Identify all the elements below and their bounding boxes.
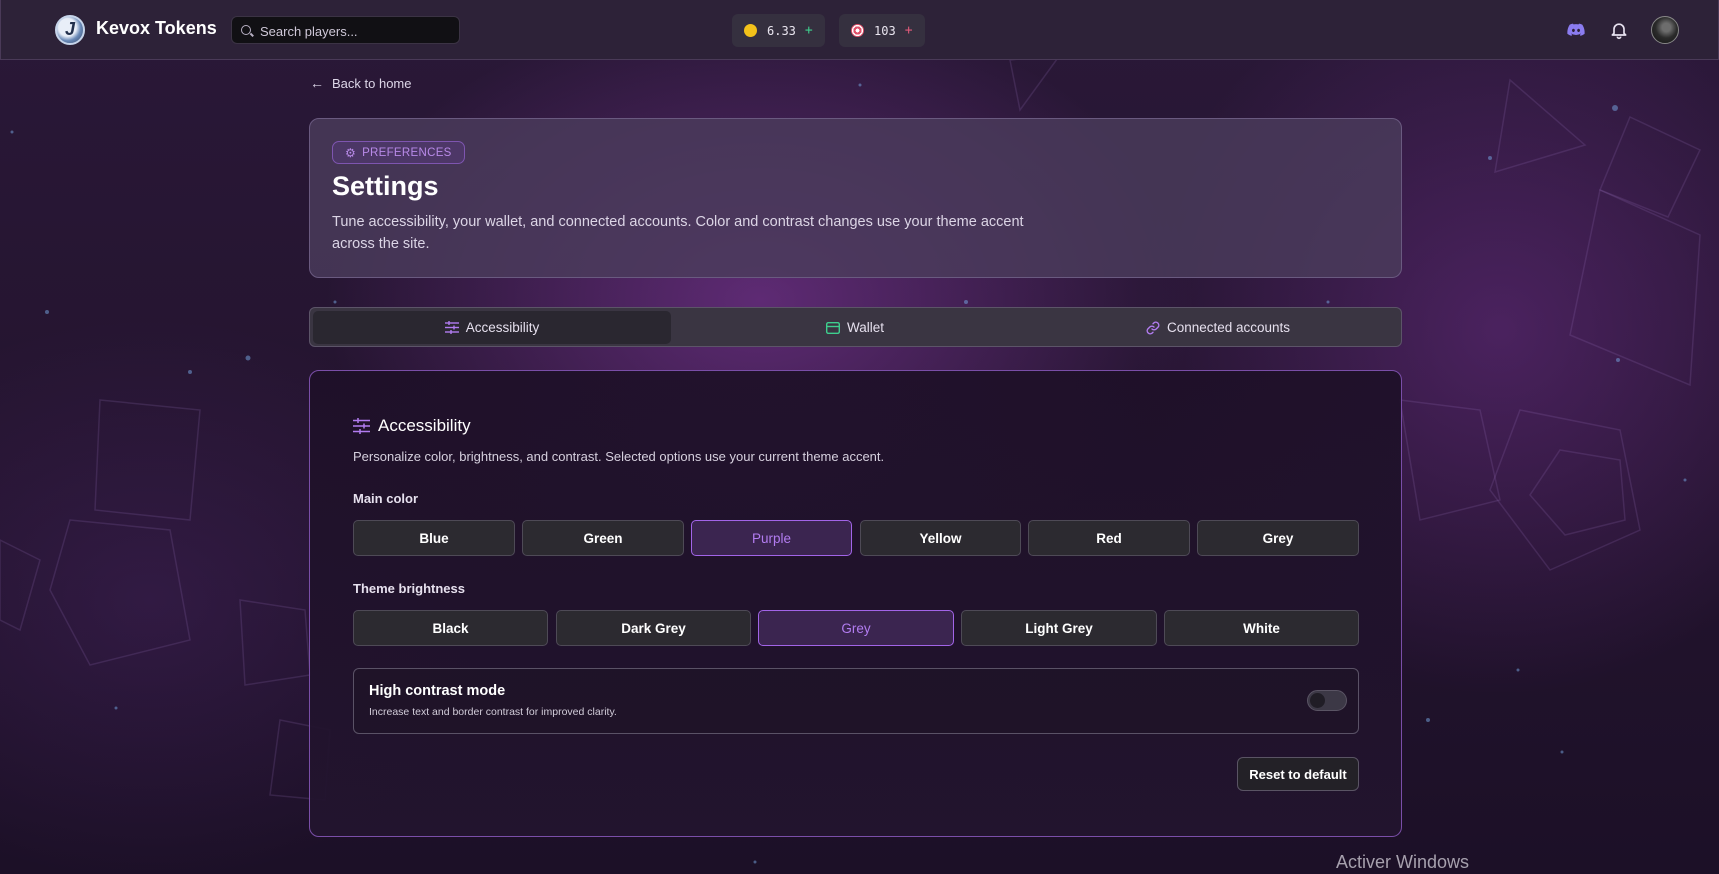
add-targets-button[interactable]: + (905, 23, 913, 38)
high-contrast-description: Increase text and border contrast for im… (369, 706, 617, 718)
toggle-knob (1310, 693, 1325, 708)
tab-wallet[interactable]: Wallet (676, 311, 1034, 344)
sliders-icon (353, 418, 370, 434)
arrow-left-icon: ← (310, 75, 324, 91)
back-to-home-label: Back to home (332, 75, 412, 91)
discord-icon[interactable] (1566, 20, 1586, 40)
windows-activation-watermark: Activer Windows (1336, 852, 1470, 872)
target-balance-value: 103 (874, 23, 896, 38)
brand-logo[interactable]: J (55, 15, 85, 45)
brightness-option-grey[interactable]: Grey (758, 610, 954, 646)
wallet-icon (825, 321, 840, 334)
settings-header-card: ⚙ PREFERENCES Settings Tune accessibilit… (309, 118, 1402, 278)
preferences-badge-label: PREFERENCES (362, 146, 452, 159)
high-contrast-title: High contrast mode (369, 683, 506, 699)
tab-wallet-label: Wallet (846, 320, 884, 335)
page-title: Settings (332, 171, 439, 201)
tab-connected-accounts[interactable]: Connected accounts (1039, 311, 1397, 344)
bell-icon[interactable] (1609, 20, 1629, 40)
brightness-option-black[interactable]: Black (353, 610, 548, 646)
accessibility-panel: Accessibility Personalize color, brightn… (309, 370, 1402, 837)
accessibility-title-label: Accessibility (378, 416, 471, 435)
color-option-grey[interactable]: Grey (1197, 520, 1359, 556)
color-option-purple[interactable]: Purple (691, 520, 852, 556)
target-icon (851, 24, 864, 37)
user-avatar[interactable] (1651, 16, 1679, 44)
brightness-option-dark-grey[interactable]: Dark Grey (556, 610, 751, 646)
color-option-yellow[interactable]: Yellow (860, 520, 1021, 556)
brightness-option-light-grey[interactable]: Light Grey (961, 610, 1157, 646)
color-option-red[interactable]: Red (1028, 520, 1190, 556)
tab-accessibility[interactable]: Accessibility (313, 311, 671, 344)
accessibility-description: Personalize color, brightness, and contr… (353, 449, 885, 464)
add-coins-button[interactable]: + (805, 23, 813, 38)
coin-balance-value: 6.33 (767, 23, 796, 38)
link-icon (1146, 321, 1160, 334)
search-input[interactable] (260, 21, 450, 41)
back-to-home-link[interactable]: ← Back to home (310, 75, 412, 91)
sliders-icon (444, 321, 459, 334)
preferences-badge: ⚙ PREFERENCES (332, 141, 465, 164)
color-option-green[interactable]: Green (522, 520, 684, 556)
gear-icon: ⚙ (345, 145, 357, 160)
search-icon (241, 25, 251, 35)
high-contrast-setting: High contrast mode Increase text and bor… (353, 668, 1359, 734)
target-balance[interactable]: 103 + (839, 14, 925, 47)
coin-icon (744, 24, 757, 37)
brand-name[interactable]: Kevox Tokens (96, 18, 217, 39)
tab-connected-accounts-label: Connected accounts (1166, 320, 1291, 335)
main-color-label: Main color (353, 491, 419, 506)
top-navigation-bar: J Kevox Tokens 6.33 + 103 + (0, 0, 1719, 60)
color-option-blue[interactable]: Blue (353, 520, 515, 556)
accessibility-title: Accessibility (353, 416, 471, 436)
brightness-option-white[interactable]: White (1164, 610, 1359, 646)
settings-tabs: Accessibility Wallet Connected accounts (309, 307, 1402, 347)
reset-to-default-button[interactable]: Reset to default (1237, 757, 1359, 791)
theme-brightness-label: Theme brightness (353, 581, 465, 596)
tab-accessibility-label: Accessibility (465, 320, 540, 335)
search-box[interactable] (231, 16, 460, 44)
page-description: Tune accessibility, your wallet, and con… (332, 214, 1024, 252)
high-contrast-toggle[interactable] (1307, 690, 1347, 711)
coin-balance[interactable]: 6.33 + (732, 14, 825, 47)
